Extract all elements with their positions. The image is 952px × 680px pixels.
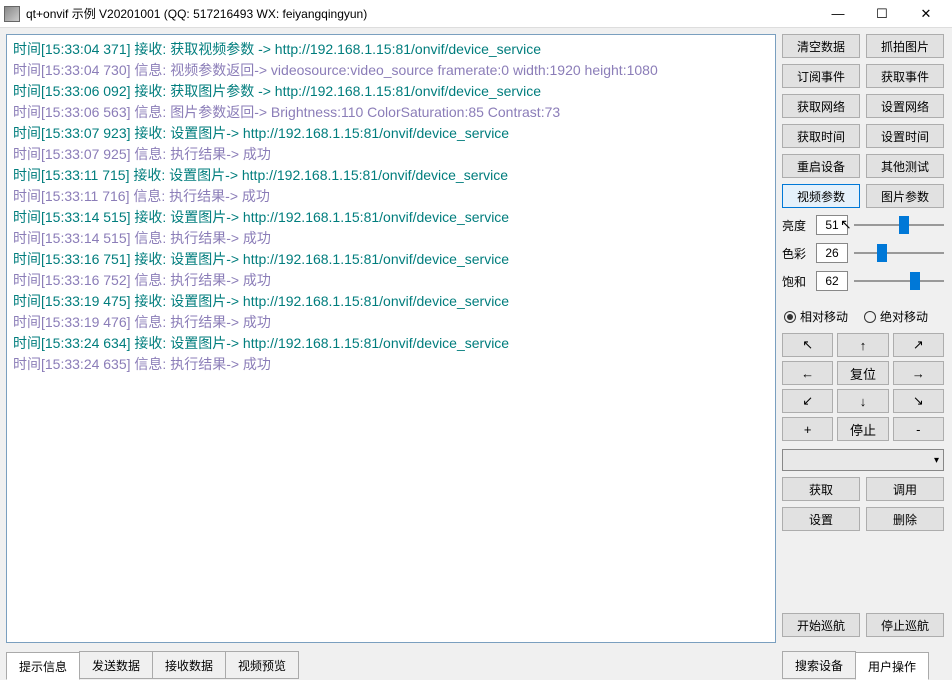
chevron-down-icon: ▾: [934, 455, 939, 466]
ptz-up-left-button[interactable]: ↖: [782, 333, 833, 357]
ptz-up-button[interactable]: ↑: [837, 333, 888, 357]
bottom-tabs: 提示信息 发送数据 接收数据 视频预览: [6, 651, 776, 679]
subscribe-event-button[interactable]: 订阅事件: [782, 64, 860, 88]
saturation-value[interactable]: 62: [816, 271, 848, 291]
saturation-slider-row: 饱和 62: [782, 270, 944, 292]
log-output[interactable]: 时间[15:33:04 371] 接收: 获取视频参数 -> http://19…: [6, 34, 776, 643]
tab-tip-info[interactable]: 提示信息: [6, 652, 80, 680]
log-line: 时间[15:33:14 515] 信息: 执行结果-> 成功: [13, 228, 769, 249]
clear-data-button[interactable]: 清空数据: [782, 34, 860, 58]
window-title: qt+onvif 示例 V20201001 (QQ: 517216493 WX:…: [26, 5, 816, 22]
log-line: 时间[15:33:11 716] 信息: 执行结果-> 成功: [13, 186, 769, 207]
reboot-device-button[interactable]: 重启设备: [782, 154, 860, 178]
snap-image-button[interactable]: 抓拍图片: [866, 34, 944, 58]
ptz-down-left-button[interactable]: ↙: [782, 389, 833, 413]
right-tabs: 搜索设备 用户操作: [782, 651, 944, 679]
log-line: 时间[15:33:11 715] 接收: 设置图片-> http://192.1…: [13, 165, 769, 186]
ptz-stop-button[interactable]: 停止: [837, 417, 888, 441]
radio-relative-move[interactable]: 相对移动: [784, 308, 848, 325]
delete-preset-button[interactable]: 删除: [866, 507, 944, 531]
radio-absolute-move[interactable]: 绝对移动: [864, 308, 928, 325]
tab-user-operation[interactable]: 用户操作: [855, 652, 929, 680]
set-network-button[interactable]: 设置网络: [866, 94, 944, 118]
log-line: 时间[15:33:19 475] 接收: 设置图片-> http://192.1…: [13, 291, 769, 312]
saturation-slider[interactable]: [854, 272, 944, 290]
log-line: 时间[15:33:07 923] 接收: 设置图片-> http://192.1…: [13, 123, 769, 144]
color-slider-row: 色彩 26: [782, 242, 944, 264]
radio-absolute-label: 绝对移动: [880, 308, 928, 325]
set-preset-button[interactable]: 设置: [782, 507, 860, 531]
right-panel: 清空数据抓拍图片 订阅事件获取事件 获取网络设置网络 获取时间设置时间 重启设备…: [776, 28, 952, 679]
log-line: 时间[15:33:24 635] 信息: 执行结果-> 成功: [13, 354, 769, 375]
color-label: 色彩: [782, 245, 810, 262]
brightness-label: 亮度: [782, 217, 810, 234]
call-preset-button[interactable]: 调用: [866, 477, 944, 501]
log-line: 时间[15:33:16 751] 接收: 设置图片-> http://192.1…: [13, 249, 769, 270]
ptz-zoom-in-button[interactable]: +: [782, 417, 833, 441]
tab-video-preview[interactable]: 视频预览: [225, 651, 299, 679]
ptz-up-right-button[interactable]: ↗: [893, 333, 944, 357]
get-event-button[interactable]: 获取事件: [866, 64, 944, 88]
ptz-right-button[interactable]: →: [893, 361, 944, 385]
ptz-down-button[interactable]: ↓: [837, 389, 888, 413]
color-value[interactable]: 26: [816, 243, 848, 263]
log-line: 时间[15:33:06 092] 接收: 获取图片参数 -> http://19…: [13, 81, 769, 102]
tab-recv-data[interactable]: 接收数据: [152, 651, 226, 679]
close-button[interactable]: ✕: [904, 0, 948, 28]
log-line: 时间[15:33:06 563] 信息: 图片参数返回-> Brightness…: [13, 102, 769, 123]
preset-dropdown[interactable]: ▾: [782, 449, 944, 471]
minimize-button[interactable]: —: [816, 0, 860, 28]
get-network-button[interactable]: 获取网络: [782, 94, 860, 118]
brightness-value[interactable]: 51: [816, 215, 848, 235]
log-line: 时间[15:33:04 730] 信息: 视频参数返回-> videosourc…: [13, 60, 769, 81]
log-line: 时间[15:33:24 634] 接收: 设置图片-> http://192.1…: [13, 333, 769, 354]
radio-relative-label: 相对移动: [800, 308, 848, 325]
tab-search-device[interactable]: 搜索设备: [782, 651, 856, 679]
saturation-label: 饱和: [782, 273, 810, 290]
ptz-zoom-out-button[interactable]: -: [893, 417, 944, 441]
get-time-button[interactable]: 获取时间: [782, 124, 860, 148]
video-param-button[interactable]: 视频参数: [782, 184, 860, 208]
image-param-button[interactable]: 图片参数: [866, 184, 944, 208]
log-line: 时间[15:33:07 925] 信息: 执行结果-> 成功: [13, 144, 769, 165]
get-preset-button[interactable]: 获取: [782, 477, 860, 501]
titlebar: qt+onvif 示例 V20201001 (QQ: 517216493 WX:…: [0, 0, 952, 28]
app-icon: [4, 6, 20, 22]
ptz-reset-button[interactable]: 复位: [837, 361, 888, 385]
brightness-slider-row: 亮度 51: [782, 214, 944, 236]
set-time-button[interactable]: 设置时间: [866, 124, 944, 148]
log-line: 时间[15:33:19 476] 信息: 执行结果-> 成功: [13, 312, 769, 333]
ptz-left-button[interactable]: ←: [782, 361, 833, 385]
maximize-button[interactable]: ☐: [860, 0, 904, 28]
log-line: 时间[15:33:04 371] 接收: 获取视频参数 -> http://19…: [13, 39, 769, 60]
tab-send-data[interactable]: 发送数据: [79, 651, 153, 679]
left-panel: 时间[15:33:04 371] 接收: 获取视频参数 -> http://19…: [0, 28, 776, 679]
ptz-down-right-button[interactable]: ↘: [893, 389, 944, 413]
color-slider[interactable]: [854, 244, 944, 262]
other-test-button[interactable]: 其他测试: [866, 154, 944, 178]
stop-patrol-button[interactable]: 停止巡航: [866, 613, 944, 637]
log-line: 时间[15:33:16 752] 信息: 执行结果-> 成功: [13, 270, 769, 291]
brightness-slider[interactable]: [854, 216, 944, 234]
start-patrol-button[interactable]: 开始巡航: [782, 613, 860, 637]
log-line: 时间[15:33:14 515] 接收: 设置图片-> http://192.1…: [13, 207, 769, 228]
